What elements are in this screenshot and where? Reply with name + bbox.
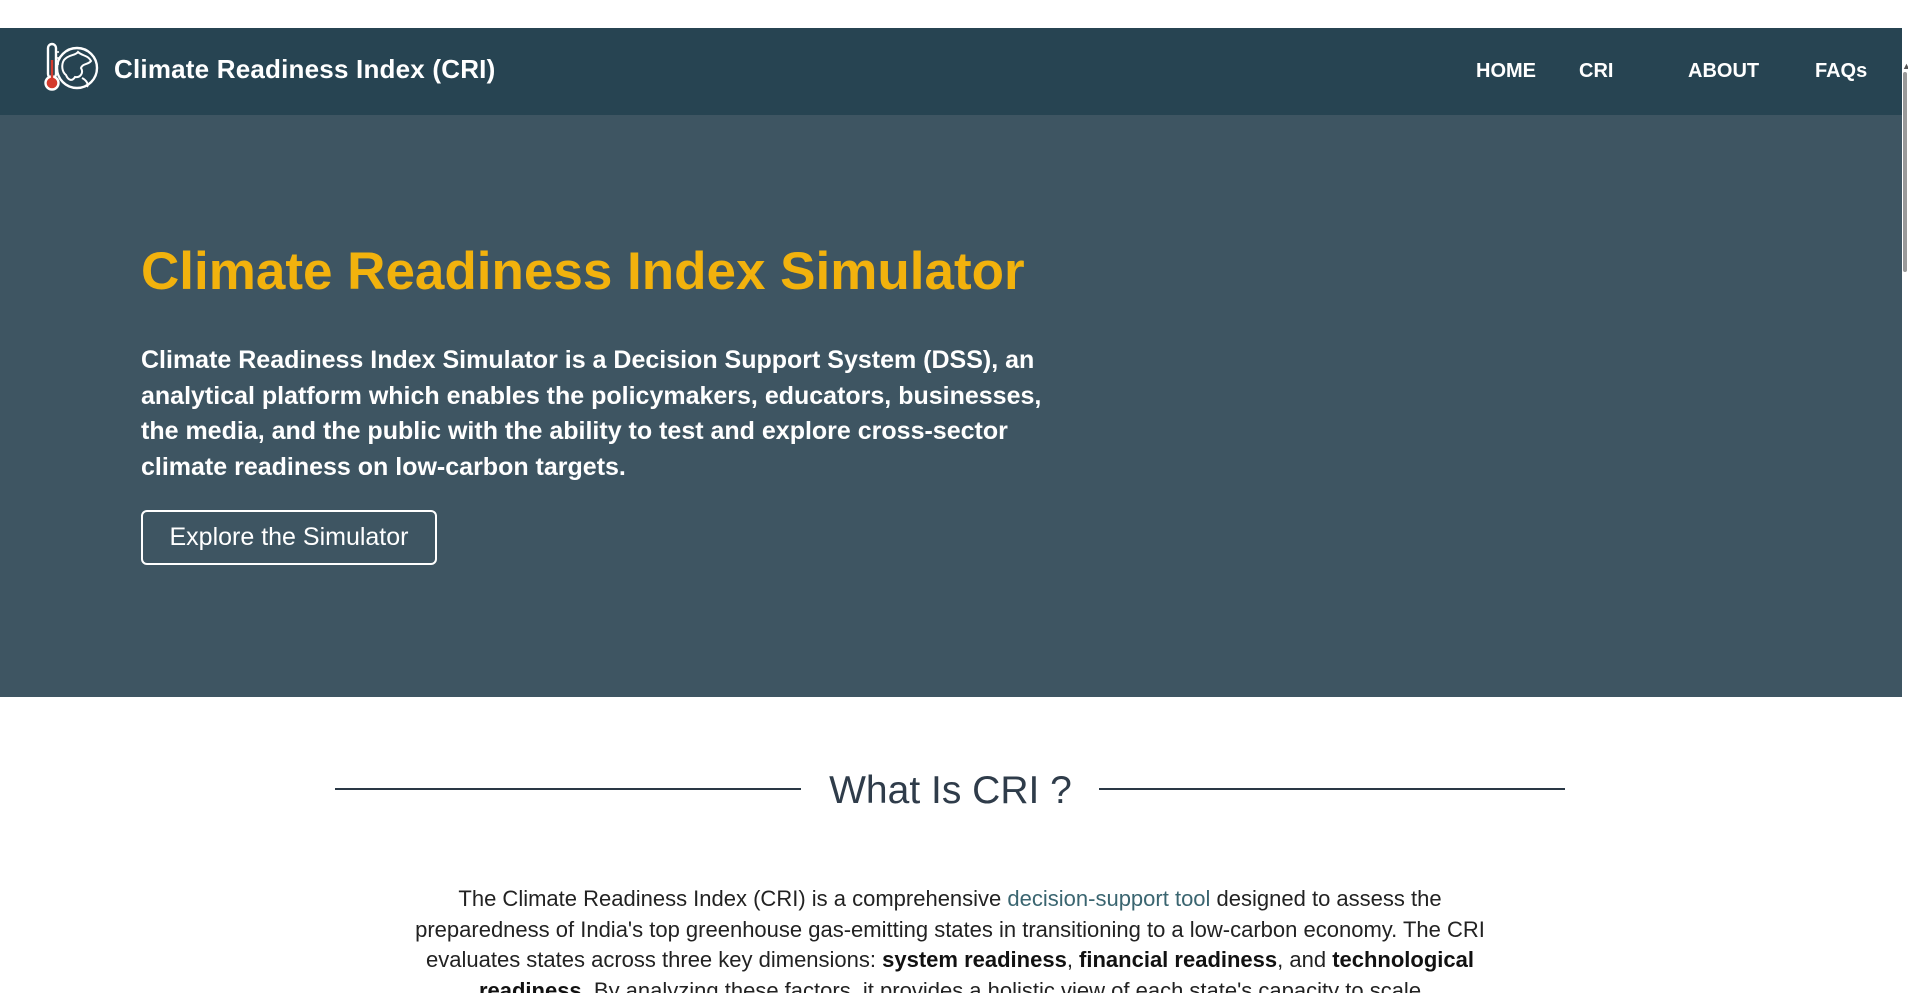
explore-simulator-button[interactable]: Explore the Simulator: [141, 510, 437, 565]
page-scrollbar[interactable]: ▲: [1902, 28, 1908, 993]
hero-description: Climate Readiness Index Simulator is a D…: [141, 346, 1042, 481]
cri-intro-paragraph: The Climate Readiness Index (CRI) is a c…: [400, 884, 1500, 993]
heading-rule-right: [1099, 788, 1565, 790]
nav-home[interactable]: HOME: [1476, 60, 1536, 83]
decision-support-tool-link[interactable]: decision-support tool: [1007, 886, 1210, 911]
nav-cri[interactable]: CRI: [1579, 60, 1613, 83]
top-strip: [0, 0, 1902, 28]
main-nav: HOME CRI ABOUT FAQs: [1476, 28, 1893, 115]
globe-thermometer-icon: [44, 42, 99, 91]
page: Climate Readiness Index (CRI) HOME CRI A…: [0, 0, 1908, 993]
intro-sep-2: , and: [1277, 947, 1333, 972]
nav-faqs[interactable]: FAQs: [1815, 60, 1867, 83]
system-readiness-term: system readiness: [882, 947, 1067, 972]
intro-text-3: . By analyzing these factors, it provide…: [581, 977, 1422, 993]
scroll-up-arrow-icon[interactable]: ▲: [1902, 61, 1908, 71]
nav-about[interactable]: ABOUT: [1688, 60, 1759, 83]
financial-readiness-term: financial readiness: [1079, 947, 1278, 972]
navbar: Climate Readiness Index (CRI) HOME CRI A…: [0, 28, 1902, 115]
intro-text-1: The Climate Readiness Index (CRI) is a c…: [458, 886, 1008, 911]
hero-section: Climate Readiness Index Simulator Climat…: [0, 115, 1902, 697]
site-title: Climate Readiness Index (CRI): [114, 53, 496, 84]
intro-sep-1: ,: [1066, 947, 1080, 972]
brand-link[interactable]: Climate Readiness Index (CRI): [42, 38, 495, 100]
section-heading: What Is CRI ?: [829, 769, 1072, 812]
scrollbar-thumb[interactable]: [1903, 72, 1907, 272]
hero-title: Climate Readiness Index Simulator: [141, 242, 1025, 301]
what-is-cri-section: What Is CRI ? The Climate Readiness Inde…: [0, 697, 1902, 993]
